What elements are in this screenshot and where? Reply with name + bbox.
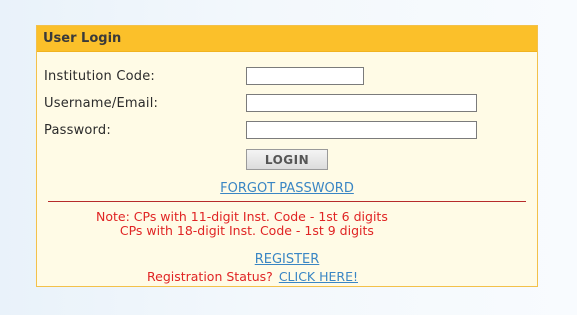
username-email-input[interactable] [246,94,477,112]
forgot-password-row: FORGOT PASSWORD [37,177,537,196]
register-row: REGISTER [37,248,537,267]
registration-status-text: Registration Status? [147,269,273,284]
forgot-password-link[interactable]: FORGOT PASSWORD [220,181,354,196]
user-login-panel: User Login Institution Code: Username/Em… [36,25,538,287]
note-line-2: CPs with 18-digit Inst. Code - 1st 9 dig… [96,223,374,238]
note-line-1: Note: CPs with 11-digit Inst. Code - 1st… [96,209,388,224]
institution-code-label: Institution Code: [44,69,155,84]
divider [48,201,526,202]
register-link[interactable]: REGISTER [255,252,320,267]
panel-title: User Login [37,26,537,52]
password-label: Password: [44,123,111,138]
login-button[interactable]: LOGIN [246,149,328,170]
click-here-link[interactable]: CLICK HERE! [279,269,358,284]
registration-status-row: Registration Status? CLICK HERE! [147,269,358,284]
username-label: Username/Email: [44,96,159,111]
password-input[interactable] [246,121,477,139]
institution-code-input[interactable] [246,67,364,85]
institution-code-note: Note: CPs with 11-digit Inst. Code - 1st… [96,210,388,238]
